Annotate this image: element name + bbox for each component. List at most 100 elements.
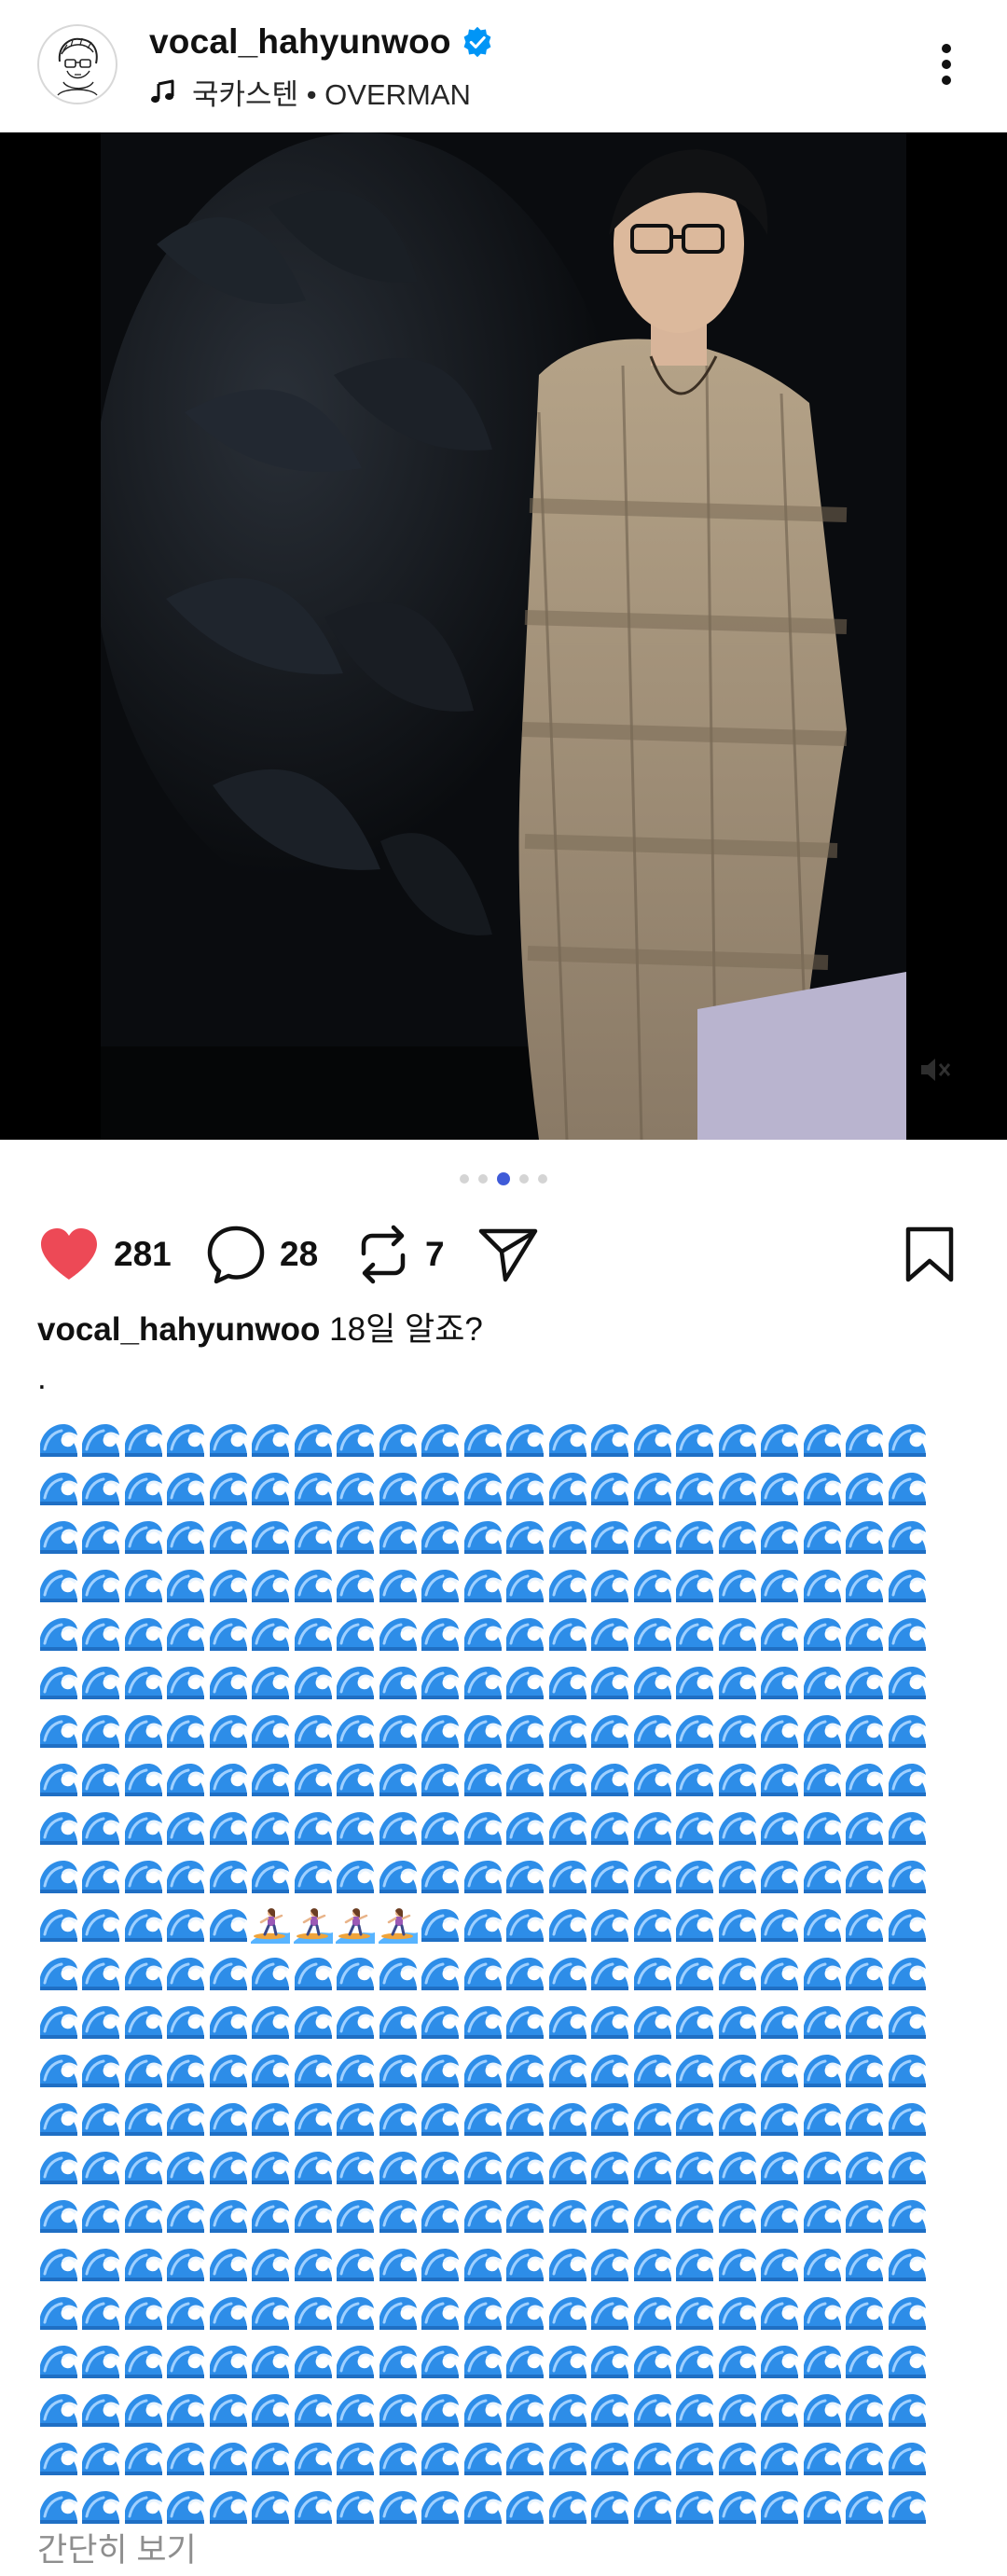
wave-emoji-icon <box>294 2006 332 2039</box>
surfer-emoji <box>377 1904 420 1946</box>
wave-emoji-icon <box>548 2006 586 2039</box>
wave-emoji-icon <box>39 2103 77 2136</box>
wave-emoji-icon <box>252 1667 290 1699</box>
wave-emoji <box>80 1420 123 1461</box>
wave-emoji <box>631 2292 674 2334</box>
wave-emoji-icon <box>167 2152 205 2184</box>
wave-emoji <box>504 1953 547 1995</box>
wave-emoji <box>122 1710 165 1752</box>
wave-emoji-icon <box>294 2055 332 2087</box>
wave-emoji <box>886 2195 929 2237</box>
wave-emoji-row <box>37 1464 951 1513</box>
wave-emoji <box>886 1613 929 1655</box>
wave-emoji-icon <box>167 1570 205 1602</box>
wave-emoji <box>674 1662 717 1704</box>
wave-emoji-row <box>37 2143 951 2192</box>
caption-username[interactable]: vocal_hahyunwoo <box>37 1311 320 1348</box>
wave-emoji <box>335 2098 378 2140</box>
wave-emoji <box>759 2050 802 2092</box>
wave-emoji-icon <box>591 1764 629 1796</box>
wave-emoji <box>801 1856 844 1898</box>
wave-emoji-icon <box>39 2443 77 2475</box>
wave-emoji <box>801 1565 844 1607</box>
wave-emoji-icon <box>803 2006 841 2039</box>
post-media[interactable] <box>0 132 1007 1140</box>
wave-emoji-icon <box>718 2152 756 2184</box>
wave-emoji <box>292 1710 335 1752</box>
wave-emoji-icon <box>803 1958 841 1990</box>
volume-muted-icon[interactable] <box>916 1051 953 1088</box>
wave-emoji-icon <box>124 1618 162 1651</box>
wave-emoji <box>716 1904 759 1946</box>
wave-emoji-icon <box>463 2103 502 2136</box>
wave-emoji <box>335 1517 378 1558</box>
wave-emoji <box>801 1953 844 1995</box>
wave-emoji-icon <box>803 1812 841 1845</box>
wave-emoji-icon <box>82 1958 120 1990</box>
wave-emoji-icon <box>39 2297 77 2330</box>
repost-button[interactable]: 7 <box>354 1222 445 1287</box>
wave-emoji <box>759 2438 802 2480</box>
wave-emoji <box>250 2001 293 2043</box>
username[interactable]: vocal_hahyunwoo <box>149 22 451 62</box>
wave-emoji-icon <box>209 1909 247 1942</box>
wave-emoji-icon <box>803 2200 841 2233</box>
wave-emoji <box>759 2486 802 2528</box>
wave-emoji <box>80 1807 123 1849</box>
wave-emoji-icon <box>294 2346 332 2378</box>
wave-emoji-icon <box>421 2055 460 2087</box>
wave-emoji-icon <box>294 1861 332 1893</box>
wave-emoji <box>207 1710 250 1752</box>
wave-emoji-icon <box>209 2394 247 2427</box>
wave-emoji-icon <box>379 1861 417 1893</box>
wave-emoji-icon <box>124 2103 162 2136</box>
wave-emoji-icon <box>506 2152 545 2184</box>
wave-emoji <box>292 1468 335 1510</box>
wave-emoji-icon <box>761 2152 799 2184</box>
wave-emoji <box>165 1468 208 1510</box>
wave-emoji-icon <box>463 2394 502 2427</box>
wave-emoji <box>37 1613 80 1655</box>
wave-emoji-icon <box>209 2055 247 2087</box>
wave-emoji-icon <box>591 1715 629 1748</box>
like-button[interactable]: 281 <box>37 1222 172 1287</box>
wave-emoji <box>631 1953 674 1995</box>
photo-illustration <box>101 132 906 1140</box>
wave-emoji <box>844 2244 887 2286</box>
wave-emoji-icon <box>294 1958 332 1990</box>
wave-emoji <box>546 1904 589 1946</box>
wave-emoji <box>335 2147 378 2189</box>
wave-emoji-icon <box>591 1812 629 1845</box>
wave-emoji <box>420 1565 462 1607</box>
save-button[interactable] <box>903 1222 957 1287</box>
wave-emoji <box>631 2244 674 2286</box>
wave-emoji <box>250 1613 293 1655</box>
wave-emoji <box>80 2147 123 2189</box>
wave-emoji-row <box>37 2046 951 2095</box>
avatar[interactable] <box>37 24 117 104</box>
share-button[interactable] <box>477 1222 539 1287</box>
wave-emoji-icon <box>888 1473 926 1505</box>
comment-button[interactable]: 28 <box>205 1222 318 1287</box>
wave-emoji <box>801 2389 844 2431</box>
music-row[interactable]: 국카스텐 • OVERMAN <box>149 71 471 112</box>
wave-emoji-row <box>37 2192 951 2240</box>
wave-emoji <box>801 2098 844 2140</box>
wave-emoji <box>420 1953 462 1995</box>
wave-emoji <box>886 1759 929 1801</box>
wave-emoji-icon <box>124 2249 162 2281</box>
wave-emoji-icon <box>421 1958 460 1990</box>
wave-emoji-icon <box>294 2491 332 2524</box>
wave-emoji-icon <box>718 1618 756 1651</box>
wave-emoji-icon <box>337 2200 375 2233</box>
wave-emoji <box>207 1420 250 1461</box>
wave-emoji-icon <box>463 2346 502 2378</box>
more-options-button[interactable] <box>923 34 970 95</box>
collapse-caption-link[interactable]: 간단히 보기 <box>37 2524 197 2571</box>
wave-emoji <box>759 1613 802 1655</box>
wave-emoji <box>250 2098 293 2140</box>
wave-emoji-icon <box>209 2006 247 2039</box>
wave-emoji <box>377 1710 420 1752</box>
wave-emoji-icon <box>379 1764 417 1796</box>
wave-emoji-row <box>37 1998 951 2046</box>
